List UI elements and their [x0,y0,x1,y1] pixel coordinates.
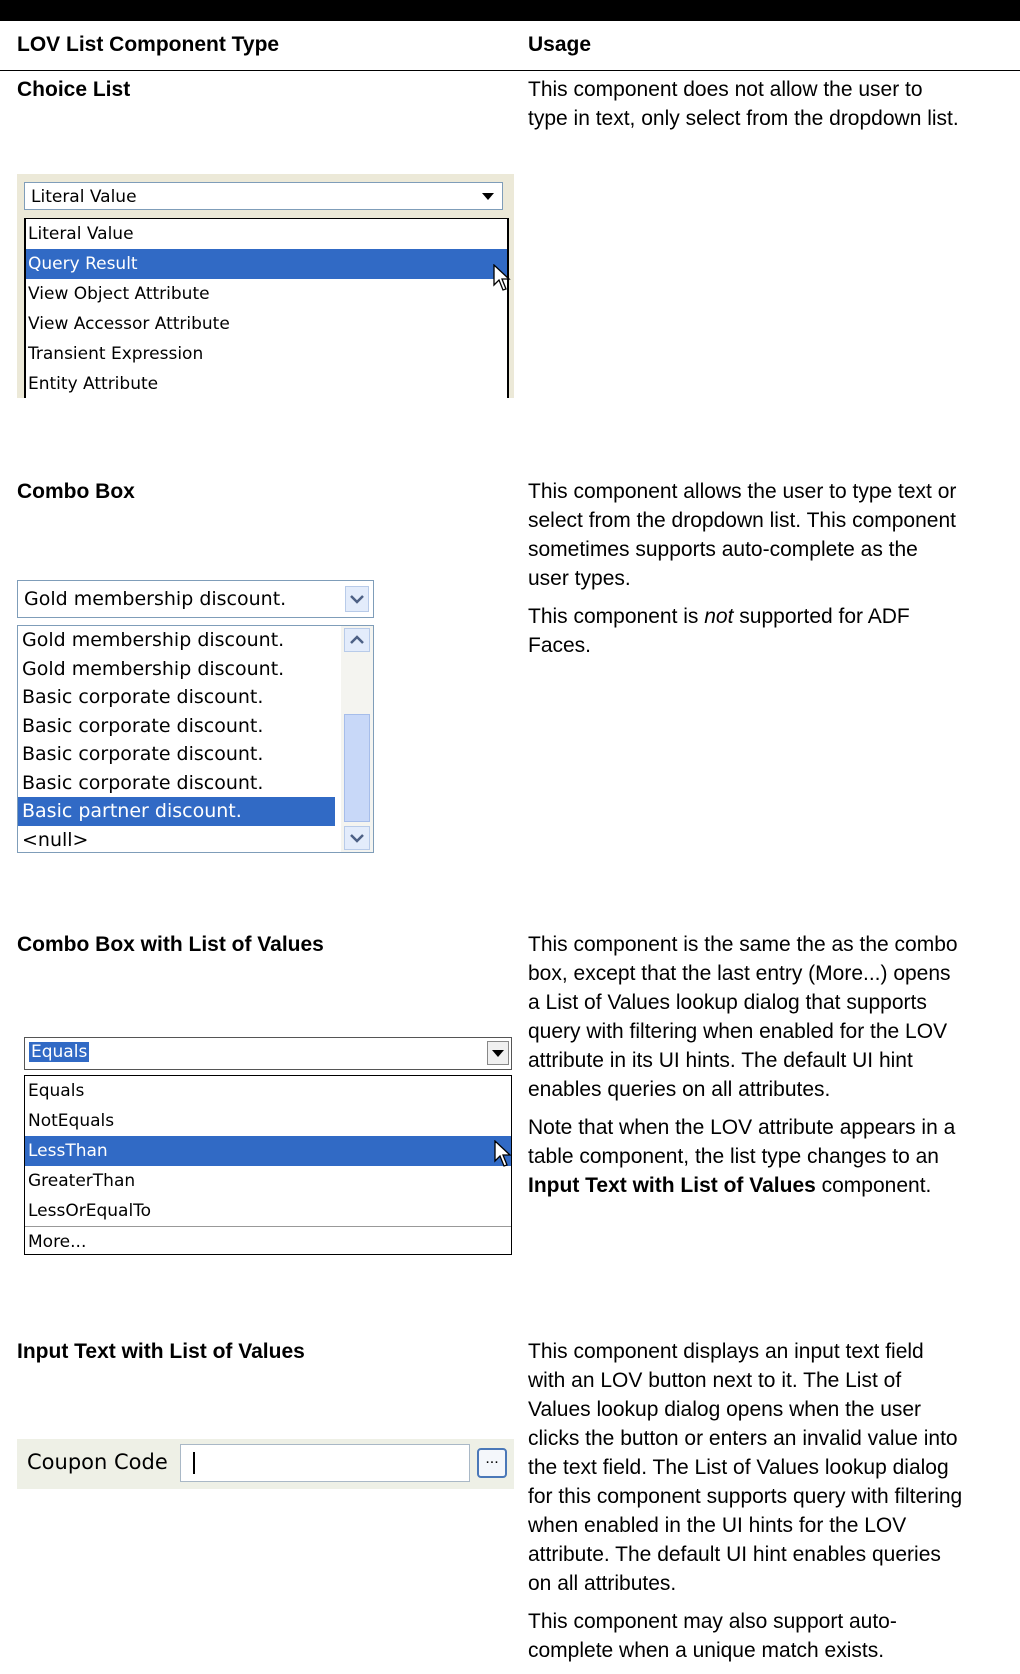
usage-line: attribute in its UI hints. The default U… [528,1049,913,1072]
header-component-type: LOV List Component Type [17,33,280,56]
usage-combo-box: This component allows the user to type t… [528,477,1020,669]
mouse-cursor-icon [494,1140,512,1167]
usage-line: This component allows the user to type t… [528,480,957,503]
row-title-choice-list: Choice List [17,78,131,101]
top-rule [0,0,1020,21]
list-item[interactable]: <null> [18,826,335,855]
usage-choice-list: This component does not allow the user t… [528,75,1020,142]
list-item[interactable]: Entity Attribute [26,369,507,399]
mouse-cursor-icon [493,264,511,291]
usage-line: query with filtering when enabled for th… [528,1020,948,1043]
usage-emphasis: not [704,605,734,628]
usage-line: Note that when the LOV attribute appears… [528,1116,956,1139]
usage-input-text-lov: This component displays an input text fi… [528,1337,1020,1674]
usage-line: This component displays an input text fi… [528,1340,924,1363]
combo-lov-dropdown-button[interactable] [487,1041,509,1065]
choice-list-widget: Literal Value Literal Value Query Result… [17,174,514,398]
list-item[interactable]: Gold membership discount. [18,626,335,655]
coupon-code-label: Coupon Code [27,1450,168,1474]
list-item[interactable]: Basic corporate discount. [18,769,335,798]
usage-line: supported for ADF [733,605,910,628]
combo-lov-value: Equals [29,1042,90,1062]
usage-line: user types. [528,567,631,590]
usage-line: when enabled in the UI hints for the LOV [528,1514,907,1537]
usage-line: a List of Values lookup dialog that supp… [528,991,927,1014]
chevron-up-icon [350,635,364,644]
dropdown-arrow-icon[interactable] [482,193,494,200]
list-item[interactable]: NotEquals [25,1106,511,1136]
list-item[interactable]: Equals [25,1076,511,1106]
chevron-down-icon [350,834,364,843]
list-item[interactable]: GreaterThan [25,1166,511,1196]
usage-line: for this component supports query with f… [528,1485,963,1508]
combo-lov-options: Equals NotEquals LessThan GreaterThan Le… [24,1075,512,1255]
combo-box-options: Gold membership discount. Gold membershi… [17,625,374,853]
usage-line: Faces. [528,634,592,657]
choice-list-field[interactable]: Literal Value [24,182,503,210]
usage-line: component. [815,1174,932,1197]
chevron-down-icon [350,595,364,604]
usage-line: with an LOV button next to it. The List … [528,1369,902,1392]
list-item[interactable]: Basic corporate discount. [18,740,335,769]
list-item[interactable]: View Object Attribute [26,279,507,309]
usage-line: attribute. The default UI hint enables q… [528,1543,941,1566]
dropdown-arrow-icon [492,1050,504,1057]
usage-combo-box-lov: This component is the same the as the co… [528,930,1020,1209]
usage-line: box, except that the last entry (More...… [528,962,951,985]
choice-list-value: Literal Value [31,187,137,207]
usage-line: This component is [528,605,705,628]
list-item-selected[interactable]: Basic partner discount. [18,797,335,826]
usage-line: type in text, only select from the dropd… [528,107,959,130]
scroll-down-button[interactable] [344,826,370,850]
lov-browse-button[interactable]: ... [477,1448,507,1478]
scroll-thumb[interactable] [344,714,370,822]
list-item[interactable]: Basic corporate discount. [18,683,335,712]
list-item[interactable]: Gold membership discount. [18,655,335,684]
list-item-more[interactable]: More... [25,1226,511,1257]
usage-line: This component does not allow the user t… [528,78,923,101]
usage-bold: Input Text with List of Values [528,1174,816,1197]
text-caret [193,1452,195,1474]
list-item-selected[interactable]: Query Result [26,249,507,279]
usage-line: enables queries on all attributes. [528,1078,831,1101]
row-title-combo-box-lov: Combo Box with List of Values [17,933,324,956]
usage-line: Values lookup dialog opens when the user [528,1398,922,1421]
usage-line: table component, the list type changes t… [528,1145,939,1168]
header-divider [0,70,1020,71]
usage-line: select from the dropdown list. This comp… [528,509,956,532]
scrollbar[interactable] [341,626,373,852]
coupon-code-input[interactable] [180,1444,470,1482]
list-item-selected[interactable]: LessThan [25,1136,511,1166]
list-item[interactable]: Transient Expression [26,339,507,369]
scroll-up-button[interactable] [344,628,370,652]
combo-dropdown-button[interactable] [345,586,369,612]
usage-line: on all attributes. [528,1572,677,1595]
usage-line: the text field. The List of Values looku… [528,1456,949,1479]
list-item[interactable]: View Accessor Attribute [26,309,507,339]
row-title-input-text-lov: Input Text with List of Values [17,1340,305,1363]
usage-line: sometimes supports auto-complete as the [528,538,918,561]
usage-line: complete when a unique match exists. [528,1639,885,1662]
combo-box-field[interactable]: Gold membership discount. [17,580,374,618]
input-text-lov-widget: Coupon Code ... [17,1439,514,1489]
header-usage: Usage [528,33,592,56]
list-item[interactable]: Basic corporate discount. [18,712,335,741]
row-title-combo-box: Combo Box [17,480,135,503]
choice-list-options: Literal Value Query Result View Object A… [24,218,509,398]
list-item[interactable]: Literal Value [26,219,507,249]
combo-lov-field[interactable]: Equals [24,1037,512,1070]
usage-line: This component is the same the as the co… [528,933,958,956]
usage-line: clicks the button or enters an invalid v… [528,1427,958,1450]
combo-box-value: Gold membership discount. [24,588,287,610]
list-item[interactable]: LessOrEqualTo [25,1196,511,1226]
usage-line: This component may also support auto- [528,1610,897,1633]
